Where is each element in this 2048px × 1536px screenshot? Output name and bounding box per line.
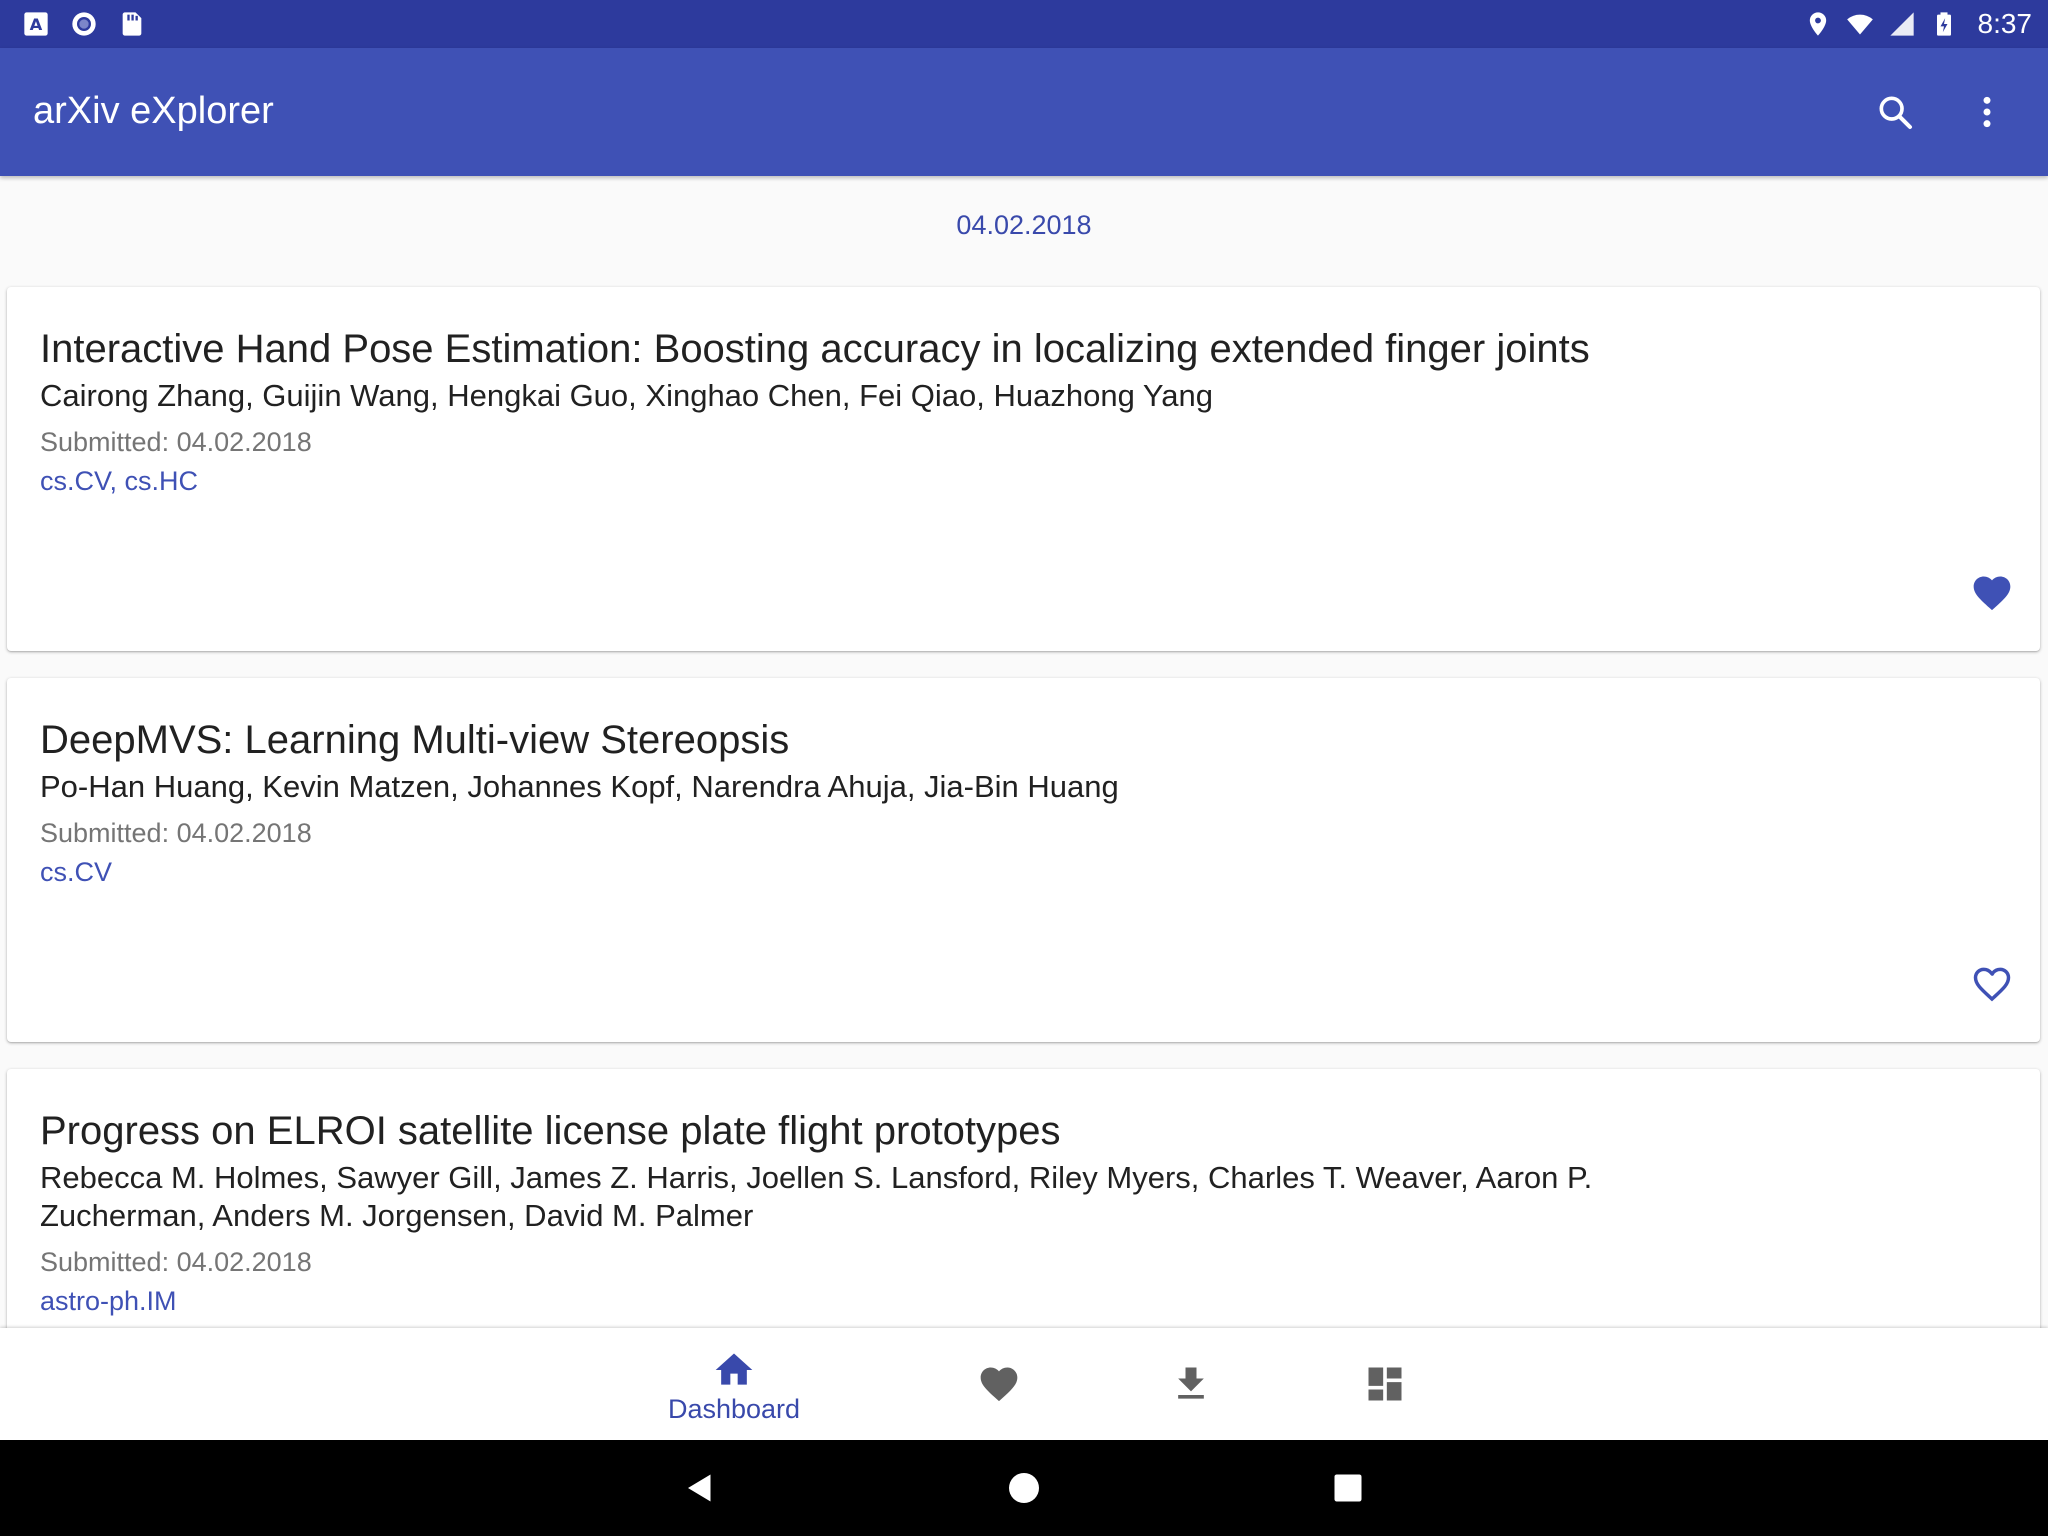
nav-favorites[interactable]	[929, 1328, 1069, 1440]
submitted-date: 04.02.2018	[176, 1247, 312, 1277]
paper-card[interactable]: Interactive Hand Pose Estimation: Boosti…	[7, 287, 2040, 651]
submitted-label: Submitted:	[40, 1247, 177, 1277]
paper-categories[interactable]: astro-ph.IM	[40, 1286, 177, 1317]
status-bar-left: A	[22, 10, 146, 38]
nav-dashboard[interactable]: Dashboard	[664, 1328, 804, 1440]
search-icon	[1879, 96, 1912, 129]
heart-filled-icon	[1973, 576, 2011, 611]
app-bar: arXiv eXplorer	[0, 48, 2048, 176]
home-icon	[715, 1353, 753, 1385]
wifi-icon	[1846, 14, 1873, 35]
back-icon	[688, 1474, 711, 1502]
system-home-button[interactable]	[1000, 1464, 1048, 1512]
nav-dashboard-label: Dashboard	[667, 1394, 801, 1424]
paper-card[interactable]: DeepMVS: Learning Multi-view Stereopsis …	[7, 678, 2040, 1042]
location-icon	[1809, 12, 1826, 36]
recents-square-icon	[1334, 1474, 1362, 1502]
dashboard-grid-icon	[1368, 1367, 1402, 1401]
app-title: arXiv eXplorer	[33, 90, 274, 132]
paper-title: Progress on ELROI satellite license plat…	[40, 1109, 1061, 1153]
circle-icon	[72, 12, 96, 36]
heart-outline-icon	[1973, 967, 2011, 1002]
paper-authors: Rebecca M. Holmes, Sawyer Gill, James Z.…	[40, 1160, 1593, 1233]
overflow-menu-button[interactable]	[1963, 88, 2011, 136]
sd-card-icon	[122, 12, 142, 36]
submitted-label: Submitted:	[40, 818, 177, 848]
paper-authors: Cairong Zhang, Guijin Wang, Hengkai Guo,…	[40, 378, 1213, 413]
signal-icon	[1889, 12, 1914, 36]
status-time: 8:37	[1977, 8, 2033, 39]
favorites-heart-icon	[980, 1367, 1018, 1402]
more-vert-icon	[1983, 96, 1991, 128]
paper-authors: Po-Han Huang, Kevin Matzen, Johannes Kop…	[40, 769, 1119, 804]
bottom-navigation: Dashboard	[0, 1328, 2048, 1440]
paper-submitted: Submitted: 04.02.2018	[40, 1247, 312, 1278]
paper-title: Interactive Hand Pose Estimation: Boosti…	[40, 327, 1590, 371]
battery-charging-icon	[1936, 12, 1951, 36]
nav-categories[interactable]	[1315, 1328, 1455, 1440]
paper-categories[interactable]: cs.CV, cs.HC	[40, 466, 198, 497]
system-back-button[interactable]	[676, 1464, 724, 1512]
status-bar: A 8:37	[0, 0, 2048, 48]
nav-downloads[interactable]	[1121, 1328, 1261, 1440]
paper-title: DeepMVS: Learning Multi-view Stereopsis	[40, 718, 790, 762]
paper-categories[interactable]: cs.CV	[40, 857, 112, 888]
font-a-icon: A	[24, 12, 48, 36]
home-circle-icon	[1009, 1473, 1039, 1503]
date-header: 04.02.2018	[956, 210, 1092, 240]
download-icon	[1178, 1367, 1204, 1399]
paper-submitted: Submitted: 04.02.2018	[40, 818, 312, 849]
status-bar-right: 8:37	[1804, 8, 2033, 40]
system-navigation-bar	[0, 1440, 2048, 1536]
submitted-date: 04.02.2018	[176, 427, 312, 457]
paper-submitted: Submitted: 04.02.2018	[40, 427, 312, 458]
system-recents-button[interactable]	[1324, 1464, 1372, 1512]
favorite-button[interactable]	[1968, 569, 2016, 617]
paper-card[interactable]: Progress on ELROI satellite license plat…	[7, 1069, 2040, 1369]
submitted-date: 04.02.2018	[176, 818, 312, 848]
svg-text:A: A	[30, 15, 43, 34]
favorite-button[interactable]	[1968, 960, 2016, 1008]
submitted-label: Submitted:	[40, 427, 177, 457]
search-button[interactable]	[1871, 88, 1919, 136]
